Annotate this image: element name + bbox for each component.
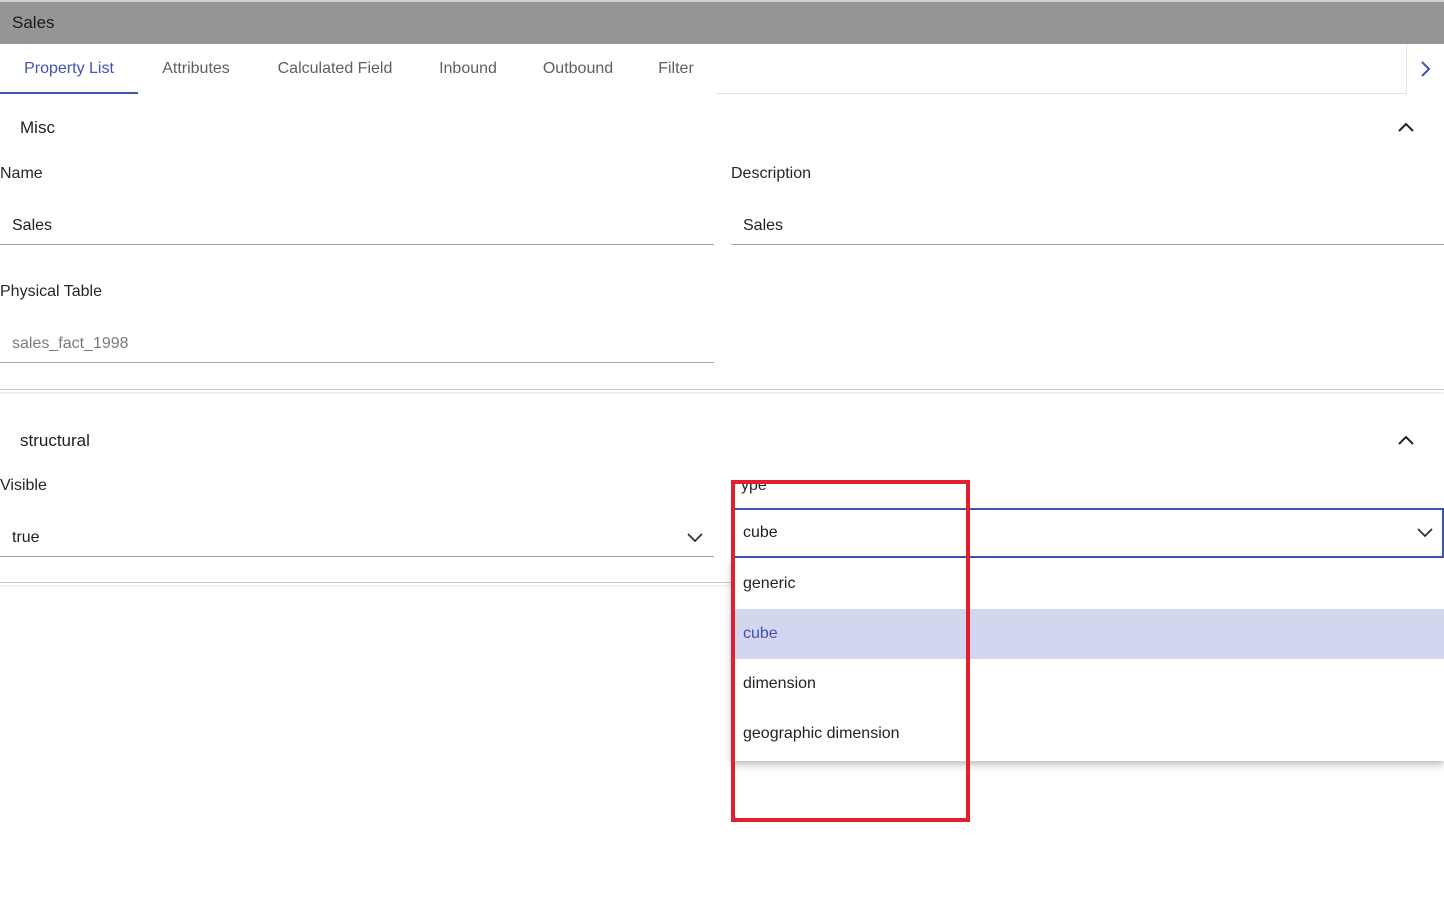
name-label: Name: [0, 165, 43, 182]
type-option-generic[interactable]: generic: [731, 559, 1444, 609]
section-structural-title: structural: [20, 431, 90, 450]
description-label: Description: [731, 165, 812, 182]
tab-scroll-next-button[interactable]: [1406, 44, 1444, 94]
description-value: Sales: [743, 217, 784, 234]
tab-inbound[interactable]: Inbound: [416, 44, 520, 94]
tab-property-list[interactable]: Property List: [0, 44, 138, 94]
name-value: Sales: [12, 217, 53, 234]
visible-select[interactable]: true: [0, 521, 714, 557]
physical-table-label: Physical Table: [0, 283, 102, 300]
tab-outbound[interactable]: Outbound: [520, 44, 636, 94]
type-option-cube[interactable]: cube: [731, 609, 1444, 659]
name-input[interactable]: Sales: [0, 209, 714, 245]
tab-bar: Property List Attributes Calculated Fiel…: [0, 44, 1444, 94]
chevron-right-icon: [1421, 61, 1431, 77]
tab-attributes[interactable]: Attributes: [138, 44, 254, 94]
type-value: cube: [743, 524, 778, 541]
type-select[interactable]: cube: [731, 508, 1444, 558]
chevron-up-icon[interactable]: [1396, 120, 1416, 134]
type-label: ype: [741, 477, 767, 494]
type-option-dimension[interactable]: dimension: [731, 659, 1444, 709]
physical-table-input[interactable]: sales_fact_1998: [0, 327, 714, 363]
type-option-geographic-dimension[interactable]: geographic dimension: [731, 709, 1444, 759]
section-structural-header[interactable]: structural: [0, 419, 1444, 463]
tab-divider: [716, 93, 1406, 94]
section-misc-header[interactable]: Misc: [0, 106, 1444, 150]
section-misc-title: Misc: [20, 118, 55, 137]
description-input[interactable]: Sales: [731, 209, 1444, 245]
chevron-down-icon: [1417, 528, 1433, 538]
window-titlebar: Sales: [0, 0, 1444, 44]
type-dropdown-menu: generic cube dimension geographic dimens…: [731, 559, 1444, 761]
window-title: Sales: [12, 13, 55, 32]
visible-value: true: [12, 529, 40, 546]
tab-filter[interactable]: Filter: [636, 44, 716, 94]
visible-label: Visible: [0, 477, 47, 494]
chevron-up-icon[interactable]: [1396, 433, 1416, 447]
chevron-down-icon: [687, 533, 703, 543]
tab-calculated-field[interactable]: Calculated Field: [254, 44, 416, 94]
section-structural-divider: [0, 582, 731, 585]
section-misc-divider: [0, 389, 1444, 392]
physical-table-value: sales_fact_1998: [12, 335, 129, 352]
